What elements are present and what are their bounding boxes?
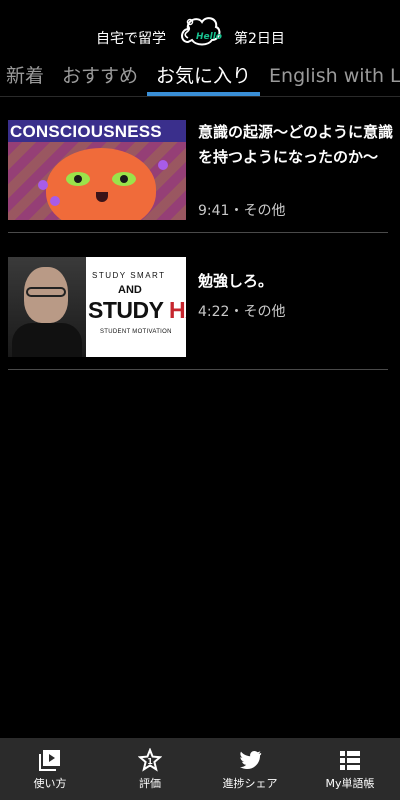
video-title[interactable]: 意識の起源～どのように意識を持つようになったのか～ [198, 120, 394, 170]
video-meta: 9:41・その他 [198, 203, 286, 219]
creature-eye-left [66, 172, 90, 186]
bottom-navigation: 使い方 1 評価 進捗シェア My単語帳 [0, 738, 400, 800]
video-title[interactable]: 勉強しろ。 [198, 269, 394, 294]
video-thumbnail[interactable]: STUDY SMART AND STUDY HARD STUDENT MOTIV… [8, 257, 186, 357]
nav-rating[interactable]: 1 評価 [100, 738, 200, 800]
tab-new[interactable]: 新着 [0, 62, 53, 96]
neuron-dot [158, 160, 168, 170]
tab-recommended[interactable]: おすすめ [53, 62, 147, 96]
thumbnail-line-1: STUDY SMART [92, 271, 166, 280]
list-icon [340, 750, 360, 770]
thumbnail-caption: CONSCIOUSNESS [10, 122, 162, 141]
nav-my-vocabulary[interactable]: My単語帳 [300, 738, 400, 800]
star-rating-icon: 1 [138, 747, 162, 772]
tab-favorites[interactable]: お気に入り [147, 62, 261, 96]
nav-how-to[interactable]: 使い方 [0, 738, 100, 800]
nav-label: 評価 [139, 776, 161, 790]
video-item[interactable]: CONSCIOUSNESS 意識の起源～どのように意識を持つようになったのか～ … [8, 108, 393, 233]
header-right-text: 第2日目 [234, 31, 285, 47]
nav-label: My単語帳 [325, 776, 375, 790]
neuron-dot [50, 196, 60, 206]
video-thumbnail[interactable]: CONSCIOUSNESS [8, 120, 186, 220]
creature-illustration [46, 148, 156, 220]
nav-label: 進捗シェア [222, 776, 278, 790]
header-left-text: 自宅で留学 [96, 31, 166, 47]
thumbnail-line-3-hard: HARD [168, 297, 186, 323]
twitter-icon [240, 750, 262, 769]
video-item[interactable]: STUDY SMART AND STUDY HARD STUDENT MOTIV… [8, 245, 388, 370]
thumbnail-line-4: STUDENT MOTIVATION [100, 329, 172, 335]
creature-eye-right [112, 172, 136, 186]
portrait-body [12, 323, 82, 357]
neuron-dot [38, 180, 48, 190]
play-guide-icon [39, 749, 60, 771]
video-list: CONSCIOUSNESS 意識の起源～どのように意識を持つようになったのか～ … [0, 108, 400, 370]
portrait-glasses [26, 287, 66, 297]
app-header: 自宅で留学 Hello 第2日目 [0, 0, 400, 62]
nav-progress-share[interactable]: 進捗シェア [200, 738, 300, 800]
svg-text:1: 1 [147, 757, 153, 766]
nav-label: 使い方 [33, 776, 67, 790]
hello-logo-icon [181, 17, 221, 46]
video-meta: 4:22・その他 [198, 304, 286, 320]
tab-english-with[interactable]: English with L [260, 62, 400, 96]
thumbnail-line-3: STUDY HARD [88, 297, 186, 324]
tab-bar: 新着 おすすめ お気に入り English with L [0, 62, 400, 97]
thumbnail-line-3-study: STUDY [88, 297, 169, 323]
thumbnail-line-2: AND [118, 284, 142, 296]
logo-text: Hello [196, 32, 222, 42]
